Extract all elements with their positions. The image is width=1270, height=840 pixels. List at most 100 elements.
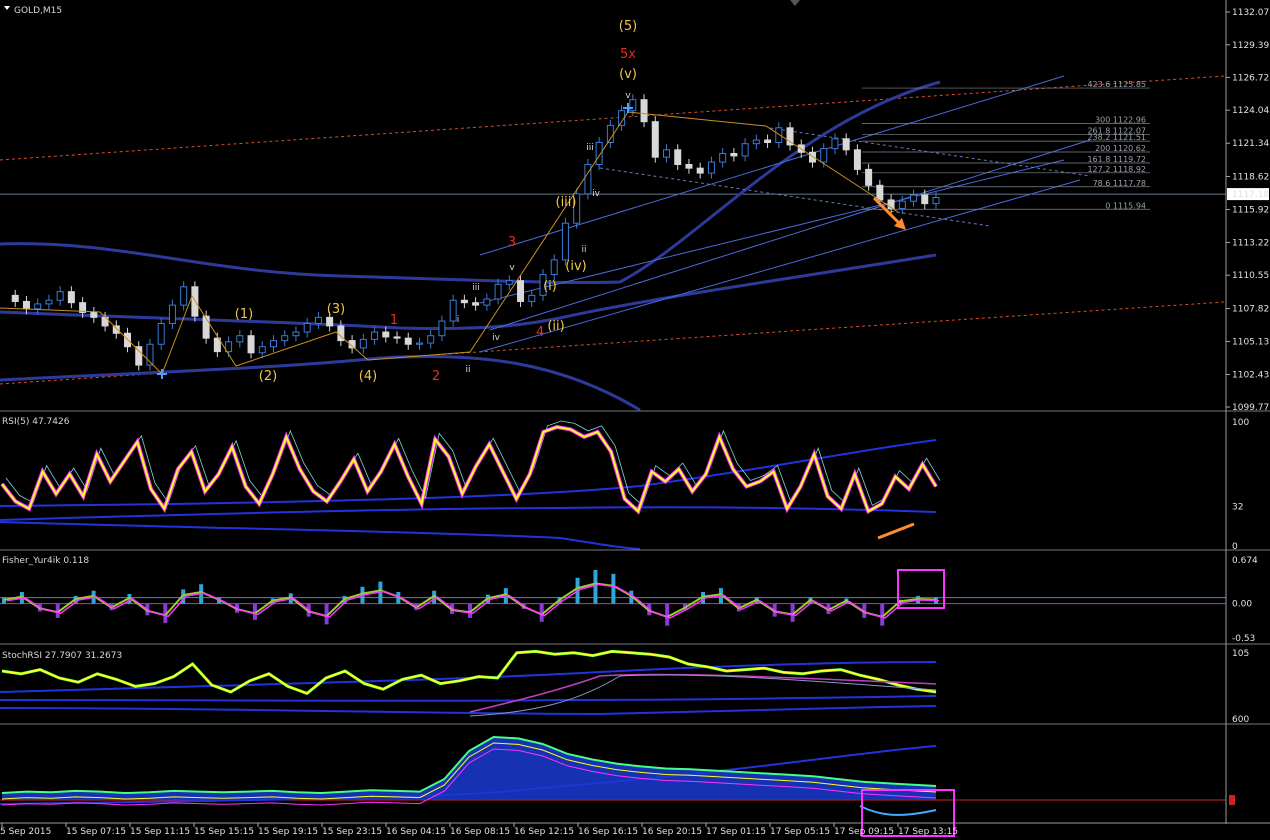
- lower-band: [0, 354, 641, 412]
- wave-label-magenta: v: [509, 263, 515, 273]
- candle-body: [853, 149, 861, 170]
- candle-body: [45, 299, 53, 305]
- candle-body: [371, 331, 379, 340]
- stoch-tick-label: 105: [1232, 649, 1249, 659]
- dashed-channel: [599, 167, 991, 227]
- time-tick-label: 17 Sep 05:15: [770, 827, 830, 837]
- rsi-signal-line: [5, 420, 941, 507]
- fisher-line-green: [3, 582, 937, 619]
- candle-body: [292, 331, 300, 337]
- wave-label-yellow: (ii): [547, 319, 564, 334]
- candle-body: [528, 294, 536, 302]
- time-tick-label: 16 Sep 20:15: [642, 827, 702, 837]
- upper-trendline: [0, 75, 1225, 161]
- time-tick-label: 17 Sep 09:15: [834, 827, 894, 837]
- wave-label-yellow: (2): [259, 369, 277, 384]
- wave-label-red: 1: [390, 313, 398, 328]
- price-tick-label: 1121.34: [1232, 139, 1269, 149]
- time-tick-label: 16 Sep 08:15: [450, 827, 510, 837]
- time-tick-label: 16 Sep 12:15: [514, 827, 574, 837]
- vol-line-lightblue: [859, 805, 937, 816]
- stochrsi-panel[interactable]: [0, 649, 937, 717]
- candle-body: [449, 299, 457, 322]
- candle-body: [865, 168, 873, 186]
- rsi-mid-band: [0, 506, 937, 521]
- fib-level-label: 423.6 1125.85: [1087, 80, 1146, 89]
- candle-body: [741, 143, 749, 157]
- rsi-tick-label: 32: [1232, 502, 1243, 512]
- wave-label-red: 5x: [620, 47, 636, 62]
- candle-body: [472, 302, 480, 306]
- candle-body: [359, 338, 367, 349]
- candle-body: [707, 161, 715, 174]
- price-tick-label: 1118.62: [1232, 172, 1269, 182]
- stoch-aux-line: [469, 673, 937, 713]
- fib-level-label: 238.2 1121.51: [1087, 133, 1146, 142]
- rsi-divergence-line: [877, 522, 915, 540]
- volatility-panel[interactable]: [0, 735, 1226, 837]
- fisher-bar: [665, 603, 670, 626]
- fib-level-label: 161.8 1119.72: [1087, 155, 1146, 164]
- rsi-title: RSI(5) 47.7426: [2, 417, 70, 427]
- price-tick-label: 1105.13: [1232, 337, 1269, 347]
- candle-body: [876, 184, 884, 201]
- time-tick-label: 15 Sep 23:15: [322, 827, 382, 837]
- wave-label-magenta: ii: [581, 245, 586, 255]
- wave-label-magenta: v: [625, 91, 631, 101]
- rsi-lower-band: [0, 521, 641, 550]
- price-tick-label: 1099.77: [1232, 403, 1269, 413]
- candle-body: [236, 335, 244, 343]
- time-tick-label: 15 Sep 19:15: [258, 827, 318, 837]
- stoch-tick-label: 600: [1232, 715, 1249, 725]
- candle-body: [932, 197, 940, 205]
- rsi-panel[interactable]: [0, 420, 941, 550]
- wave-label-yellow: (4): [359, 369, 377, 384]
- price-tick-label: 1110.55: [1232, 271, 1269, 281]
- time-tick-label: 15 Sep 07:15: [66, 827, 126, 837]
- upper-band: [0, 80, 941, 285]
- candle-body: [135, 346, 143, 366]
- candle-body: [202, 315, 210, 339]
- candle-body: [921, 194, 929, 205]
- candle-body: [786, 127, 794, 146]
- middle-band: [0, 253, 937, 331]
- candle-body: [910, 194, 918, 202]
- candle-body: [494, 283, 502, 300]
- candle-body: [460, 299, 468, 304]
- fisher-title: Fisher_Yur4ik 0.118: [2, 556, 89, 566]
- main-price-panel[interactable]: 423.6 1125.85300 1122.96261.8 1122.07238…: [0, 19, 1226, 412]
- stoch-upper-band: [0, 661, 937, 693]
- vol-area: [2, 737, 936, 800]
- candle-body: [696, 167, 704, 174]
- stochrsi-title: StochRSI 27.7907 31.2673: [2, 651, 122, 661]
- fisher-bar: [593, 569, 598, 604]
- candle-body: [269, 340, 277, 348]
- wave-label-magenta: iv: [492, 333, 501, 343]
- candle-body: [640, 99, 648, 123]
- candle-body: [842, 138, 850, 151]
- candle-body: [382, 331, 390, 338]
- candle-body: [281, 335, 289, 342]
- candle-body: [393, 336, 401, 339]
- wave-label-magenta: ii: [465, 365, 470, 375]
- candle-body: [606, 124, 614, 143]
- wave-label-yellow: (iii): [556, 195, 577, 210]
- trading-chart: 423.6 1125.85300 1122.96261.8 1122.07238…: [0, 0, 1270, 837]
- candle-body: [517, 280, 525, 302]
- price-tick-label: 1124.04: [1232, 106, 1269, 116]
- fib-level-label: 300 1122.96: [1095, 115, 1146, 124]
- rsi-tick-label: 0: [1232, 542, 1238, 552]
- candle-body: [90, 311, 98, 318]
- candle-body: [820, 148, 828, 163]
- time-tick-label: 16 Sep 16:15: [578, 827, 638, 837]
- candle-body: [314, 316, 322, 324]
- scroll-marker-icon: [790, 0, 800, 6]
- chart-title: GOLD,M15: [14, 6, 62, 16]
- wave-label-magenta: iii: [472, 283, 480, 293]
- candle-body: [427, 335, 435, 344]
- candle-body: [67, 291, 75, 304]
- time-tick-label: 15 Sep 15:15: [194, 827, 254, 837]
- fisher-panel[interactable]: [0, 569, 1226, 626]
- candle-body: [438, 320, 446, 337]
- price-tick-label: 1115.92: [1232, 206, 1269, 216]
